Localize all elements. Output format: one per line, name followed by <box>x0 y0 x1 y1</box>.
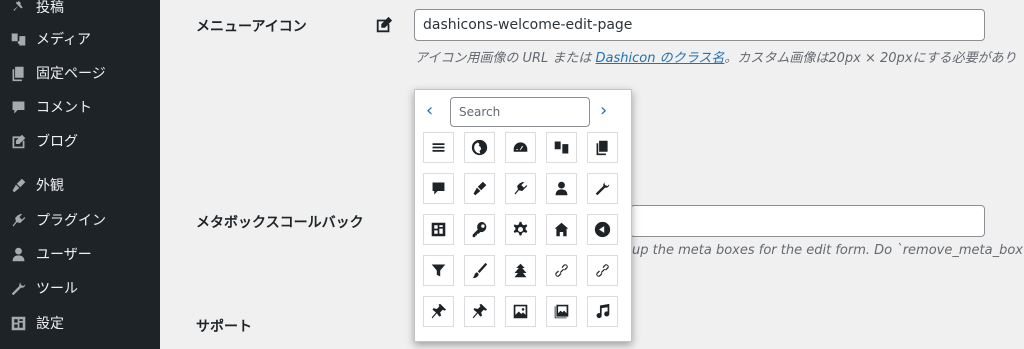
plugins-icon <box>8 210 28 230</box>
sidebar-item-label: ユーザー <box>36 247 92 263</box>
tools-icon[interactable] <box>587 173 618 204</box>
sidebar-item-label: コメント <box>36 100 92 116</box>
image-icon[interactable] <box>505 296 536 327</box>
music-icon[interactable] <box>587 296 618 327</box>
dashboard-icon[interactable] <box>505 132 536 163</box>
sidebar-item-plugins[interactable]: プラグイン <box>0 203 160 237</box>
key-icon[interactable] <box>464 214 495 245</box>
comment-icon[interactable] <box>423 173 454 204</box>
users-icon <box>8 244 28 264</box>
edit-page-icon <box>375 16 393 34</box>
users-icon[interactable] <box>546 173 577 204</box>
media-icon[interactable] <box>546 132 577 163</box>
support-label: サポート <box>196 319 252 335</box>
gallery-icon[interactable] <box>546 296 577 327</box>
gear-icon[interactable] <box>505 214 536 245</box>
sidebar-item-label: ツール <box>36 281 78 297</box>
sidebar-item-comments[interactable]: コメント <box>0 90 160 124</box>
edit-page-icon <box>8 131 28 151</box>
buddicons-icon[interactable] <box>505 255 536 286</box>
comment-icon <box>8 97 28 117</box>
prev-page-button[interactable]: ‹ <box>426 100 433 121</box>
brush-icon[interactable] <box>464 255 495 286</box>
metabox-callback-input[interactable] <box>630 205 985 237</box>
icon-search-input[interactable]: Search <box>450 97 590 127</box>
appearance-icon[interactable] <box>464 173 495 204</box>
dashicon-link[interactable]: Dashicon のクラス名 <box>596 51 725 66</box>
sidebar-item-label: 投稿 <box>36 0 64 16</box>
back-icon[interactable] <box>587 214 618 245</box>
sidebar-item-appearance[interactable]: 外観 <box>0 168 160 202</box>
menu-icon-label: メニューアイコン <box>196 19 307 35</box>
next-page-button[interactable]: › <box>600 100 607 121</box>
sidebar-item-blog[interactable]: ブログ <box>0 124 160 158</box>
sidebar-item-tools[interactable]: ツール <box>0 271 160 305</box>
sidebar-item-label: メディア <box>36 32 92 48</box>
sidebar-item-label: 設定 <box>36 316 64 332</box>
settings-icon[interactable] <box>423 214 454 245</box>
pages-icon <box>8 63 28 83</box>
appearance-icon <box>8 175 28 195</box>
pages-icon[interactable] <box>587 132 618 163</box>
plugins-icon[interactable] <box>505 173 536 204</box>
menu-icon-input[interactable]: dashicons-welcome-edit-page <box>414 9 985 41</box>
menu-icon-description: アイコン用画像の URL または Dashicon のクラス名。カスタム画像は2… <box>415 51 1017 66</box>
menu-icon[interactable] <box>423 132 454 163</box>
filter-icon[interactable] <box>423 255 454 286</box>
link-alt-icon[interactable] <box>587 255 618 286</box>
pin-icon[interactable] <box>423 296 454 327</box>
sidebar-item-settings[interactable]: 設定 <box>0 306 160 340</box>
sidebar-item-users[interactable]: ユーザー <box>0 237 160 271</box>
tools-icon <box>8 278 28 298</box>
metabox-description: up the meta boxes for the edit form. Do … <box>632 243 1024 258</box>
link-icon[interactable] <box>546 255 577 286</box>
media-icon <box>8 29 28 49</box>
sidebar-item-label: ブログ <box>36 134 78 150</box>
pushpin-icon <box>8 0 28 17</box>
metabox-callback-label: メタボックスコールバック <box>196 215 364 231</box>
home-icon[interactable] <box>546 214 577 245</box>
sidebar-item-label: プラグイン <box>36 213 106 229</box>
sidebar-item-pages[interactable]: 固定ページ <box>0 56 160 90</box>
admin-sidebar: 投稿 メディア 固定ページ コメント ブログ 外観 プラグイン ユーザー ツール… <box>0 0 160 349</box>
sidebar-item-posts[interactable]: 投稿 <box>0 0 160 24</box>
sidebar-item-media[interactable]: メディア <box>0 22 160 56</box>
pin-alt-icon[interactable] <box>464 296 495 327</box>
settings-icon <box>8 313 28 333</box>
sidebar-item-label: 固定ページ <box>36 66 106 82</box>
icon-picker-popup: ‹ Search › <box>414 89 632 342</box>
icon-grid <box>423 132 618 327</box>
sidebar-item-label: 外観 <box>36 178 64 194</box>
globe-icon[interactable] <box>464 132 495 163</box>
